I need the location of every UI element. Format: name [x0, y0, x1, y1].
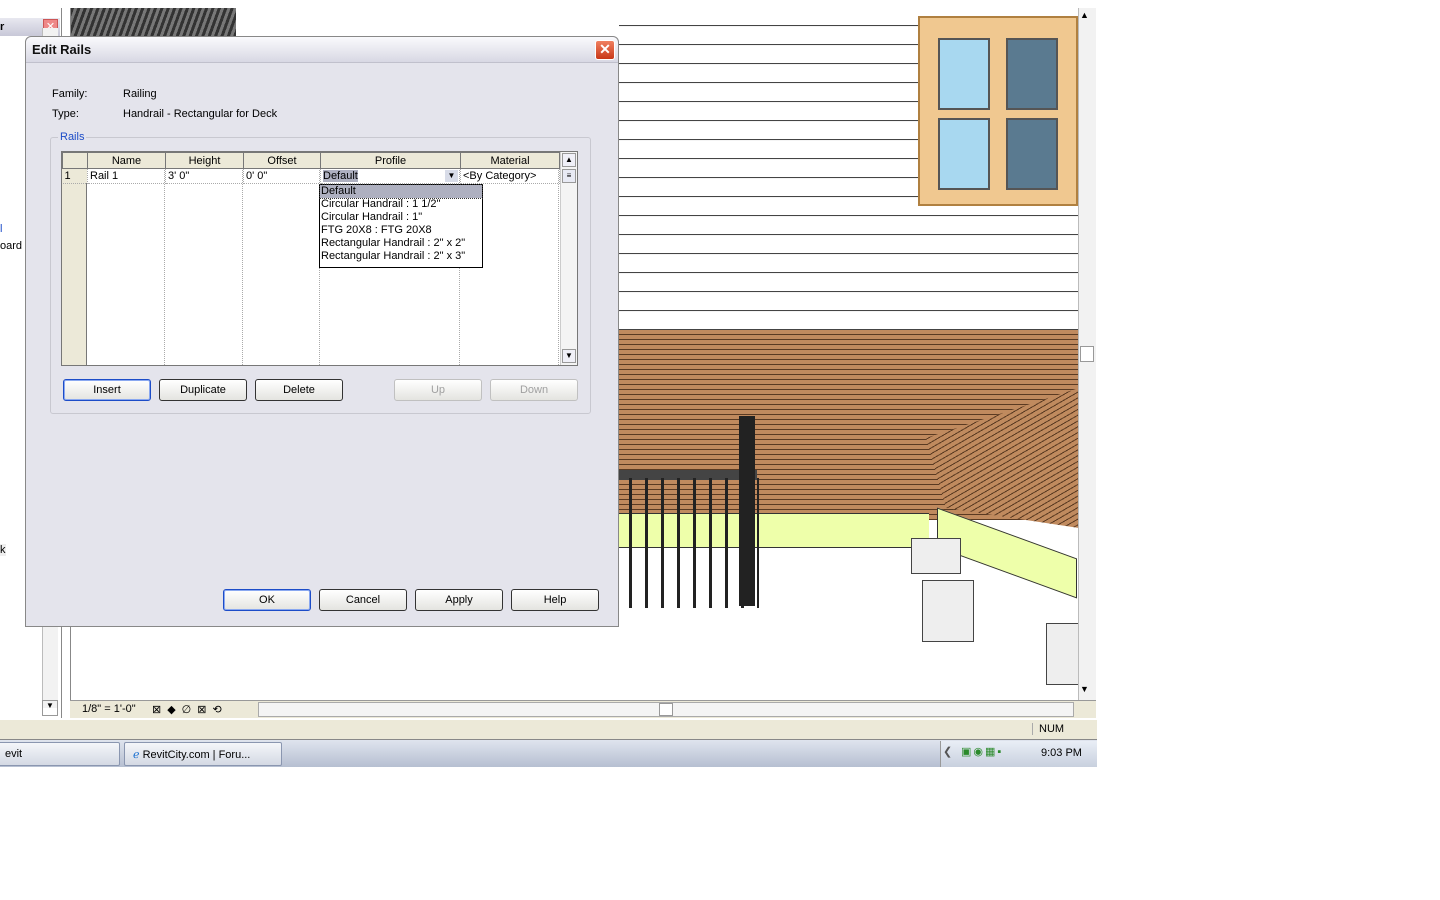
- close-button[interactable]: ✕: [595, 40, 615, 60]
- num-lock-indicator: NUM: [1032, 723, 1072, 735]
- scroll-up-icon[interactable]: ▲: [1080, 10, 1089, 20]
- family-value: Railing: [123, 88, 157, 100]
- view-horizontal-scrollbar[interactable]: [258, 702, 1074, 717]
- duplicate-button[interactable]: Duplicate: [159, 379, 247, 401]
- scroll-thumb[interactable]: [1080, 346, 1094, 362]
- profile-dropdown-list[interactable]: Default Circular Handrail : 1 1/2" Circu…: [319, 184, 483, 268]
- family-label: Family:: [52, 88, 88, 100]
- taskbar: evit ℯ RevitCity.com | Foru... ❮ ▣◉▦▪ 9:…: [0, 739, 1097, 767]
- help-button[interactable]: Help: [511, 589, 599, 611]
- column-header-material[interactable]: Material: [460, 152, 560, 169]
- up-button[interactable]: Up: [394, 379, 482, 401]
- taskbar-item-revit[interactable]: evit: [0, 742, 120, 766]
- insert-button[interactable]: Insert: [63, 379, 151, 401]
- apply-button[interactable]: Apply: [415, 589, 503, 611]
- scroll-down-icon[interactable]: ▼: [42, 700, 58, 716]
- profile-option[interactable]: Rectangular Handrail : 2" x 2": [320, 237, 482, 250]
- scroll-down-icon[interactable]: ▼: [562, 349, 576, 363]
- cancel-button[interactable]: Cancel: [319, 589, 407, 611]
- column-header-offset[interactable]: Offset: [243, 152, 321, 169]
- profile-selected-value: Default: [323, 170, 358, 182]
- profile-option[interactable]: Circular Handrail : 1 1/2": [320, 198, 482, 211]
- dialog-titlebar[interactable]: Edit Rails ✕: [26, 37, 618, 63]
- scroll-thumb[interactable]: ≡: [562, 169, 576, 183]
- roof-shingles: [71, 8, 236, 36]
- footing: [922, 580, 974, 642]
- column-header-name[interactable]: Name: [87, 152, 166, 169]
- clock[interactable]: 9:03 PM: [1041, 747, 1082, 759]
- profile-select[interactable]: Default ▼: [320, 168, 461, 184]
- cell-height[interactable]: 3' 0": [165, 168, 244, 184]
- corner-header: [62, 152, 88, 169]
- profile-option[interactable]: Circular Handrail : 1": [320, 211, 482, 224]
- system-tray: ❮ ▣◉▦▪ 9:03 PM: [940, 741, 1097, 767]
- delete-button[interactable]: Delete: [255, 379, 343, 401]
- profile-option[interactable]: FTG 20X8 : FTG 20X8: [320, 224, 482, 237]
- browser-item[interactable]: k: [0, 544, 6, 556]
- taskbar-item-browser[interactable]: ℯ RevitCity.com | Foru...: [124, 742, 282, 766]
- tray-icons[interactable]: ▣◉▦▪: [961, 745, 1003, 758]
- view-control-bar: 1/8" = 1'-0" ⊠◆∅⊠⟲: [70, 700, 1096, 718]
- railing-post: [739, 416, 755, 606]
- row-number: 1: [62, 168, 88, 184]
- column-header-profile[interactable]: Profile: [320, 152, 461, 169]
- edit-rails-dialog: Edit Rails ✕ Family: Railing Type: Handr…: [25, 36, 619, 627]
- cell-name[interactable]: Rail 1: [87, 168, 166, 184]
- chevron-down-icon[interactable]: ▼: [445, 170, 458, 182]
- column-header-height[interactable]: Height: [165, 152, 244, 169]
- ie-icon: ℯ: [133, 749, 140, 761]
- house-window: [918, 16, 1078, 206]
- cell-material[interactable]: <By Category>: [460, 168, 560, 184]
- profile-option[interactable]: Default: [319, 184, 483, 199]
- dialog-title: Edit Rails: [32, 42, 92, 57]
- browser-item[interactable]: oard: [0, 240, 22, 252]
- browser-item[interactable]: l: [0, 223, 2, 235]
- rails-group-label: Rails: [58, 131, 87, 143]
- table-row[interactable]: 1 Rail 1 3' 0" 0' 0" Default ▼ <By Catego…: [62, 168, 560, 184]
- cell-offset[interactable]: 0' 0": [243, 168, 321, 184]
- taskbar-item-label: RevitCity.com | Foru...: [142, 749, 251, 761]
- status-bar: NUM: [0, 719, 1097, 739]
- table-scrollbar[interactable]: ▲ ≡ ▼: [560, 152, 577, 365]
- view-control-icons[interactable]: ⊠◆∅⊠⟲: [152, 703, 228, 716]
- rails-grid: Name Height Offset Profile Material 1 Ra…: [62, 152, 560, 184]
- scroll-thumb[interactable]: [659, 703, 673, 716]
- down-button[interactable]: Down: [490, 379, 578, 401]
- footing: [911, 538, 961, 574]
- view-vertical-scrollbar[interactable]: ▲ ▼: [1078, 8, 1096, 700]
- scroll-up-icon[interactable]: ▲: [562, 153, 576, 167]
- railing-balusters: [619, 478, 759, 608]
- type-value: Handrail - Rectangular for Deck: [123, 108, 278, 120]
- ok-button[interactable]: OK: [223, 589, 311, 611]
- scroll-down-icon[interactable]: ▼: [1080, 684, 1089, 694]
- view-scale[interactable]: 1/8" = 1'-0": [82, 703, 136, 715]
- profile-option[interactable]: Rectangular Handrail : 2" x 3": [320, 250, 482, 263]
- type-label: Type:: [52, 108, 79, 120]
- tray-expand-icon[interactable]: ❮: [943, 745, 952, 758]
